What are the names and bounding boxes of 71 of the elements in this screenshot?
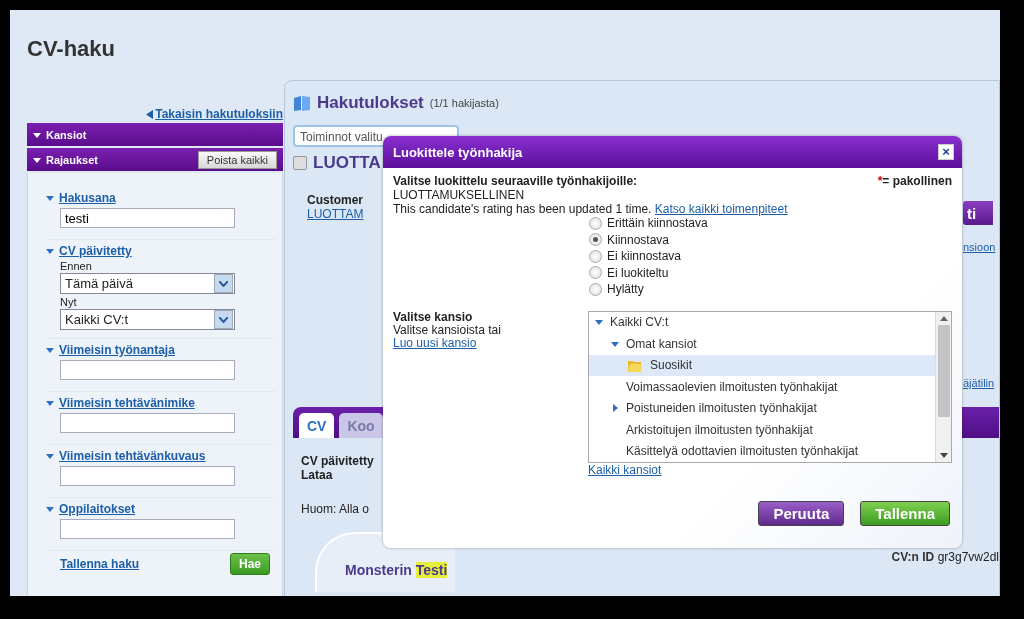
radio-button[interactable] [589, 282, 602, 296]
customer-label: Customer [307, 193, 364, 207]
rating-prompt: Valitse luokittelu seuraaville työnhakijoille: [393, 174, 638, 188]
filter-link[interactable]: Oppilaitokset [59, 502, 135, 516]
scrollbar[interactable] [935, 311, 951, 462]
rating-option[interactable]: Ei luokiteltu [589, 265, 952, 280]
date-select[interactable]: Tämä päivä [60, 273, 235, 294]
cv-updated-label: CV päivitetty [301, 454, 374, 468]
folder-item[interactable]: Käsittelyä odottavien ilmoitusten työnhakijat [589, 440, 935, 462]
back-link[interactable]: Takaisin hakutuloksiin [155, 107, 283, 121]
folder-item[interactable]: Kaikki CV:t [589, 311, 935, 333]
results-count: (1/1 hakijasta) [429, 97, 499, 109]
all-folders-link[interactable]: Kaikki kansiot [588, 462, 662, 477]
filter-link[interactable]: Hakusana [59, 191, 116, 205]
filter-input[interactable] [60, 519, 235, 539]
folder-label: Valitse kansio [393, 310, 474, 324]
rating-option[interactable]: Erittäin kiinnostava [589, 216, 952, 231]
filter-link[interactable]: CV päivitetty [59, 244, 132, 258]
scroll-down-icon[interactable] [939, 452, 948, 458]
save-search-link[interactable]: Tallenna haku [60, 557, 140, 571]
radio-button[interactable] [589, 266, 602, 280]
folder-hint: Valitse kansioista tai Luo uusi kansio [393, 323, 502, 350]
radio-button[interactable] [589, 216, 602, 230]
chevron-down-icon [219, 280, 228, 287]
folder-item[interactable]: Arkistoitujen ilmoitusten työnhakijat [589, 419, 935, 441]
filter-link[interactable]: Viimeisin työnantaja [59, 343, 175, 357]
candidate-name: LUOTTA [313, 153, 381, 173]
cancel-button[interactable]: Peruuta [758, 500, 845, 526]
radio-button[interactable] [589, 249, 602, 263]
results-title: Hakutulokset [317, 93, 424, 113]
action-button[interactable]: ti [963, 201, 993, 225]
page-title: CV-haku [27, 36, 116, 63]
checkbox[interactable] [293, 156, 307, 170]
select-label: Ennen [60, 260, 93, 272]
dialog-title: Luokittele työnhakija [393, 144, 523, 160]
folder-item[interactable]: Omat kansiot [589, 333, 935, 355]
scroll-up-icon[interactable] [939, 315, 948, 321]
select-label: Nyt [60, 296, 78, 308]
date-select[interactable]: Kaikki CV:t [60, 309, 235, 330]
section-bar[interactable]: Kansiot [27, 123, 283, 148]
chevron-down-icon [219, 316, 228, 323]
section-bar[interactable]: Rajaukset Poista kaikki [27, 148, 283, 173]
radio-button[interactable] [589, 233, 602, 247]
filter-input[interactable] [60, 413, 235, 433]
close-button[interactable]: × [938, 144, 954, 160]
folder-item[interactable]: Suosikit [589, 354, 935, 376]
cv-id: CV:n ID gr3g7vw2dl [891, 550, 999, 564]
candidate-label: LUOTTAMUKSELLINEN [393, 188, 526, 202]
folder-item[interactable]: Voimassaolevien ilmoitusten työnhakijat [589, 376, 935, 398]
clear-all-button[interactable]: Poista kaikki [197, 150, 277, 169]
download-label: Lataa [301, 468, 333, 482]
filter-input[interactable] [60, 360, 235, 380]
history-text: This candidate's rating has been updated 1 time. [393, 202, 652, 216]
filter-input[interactable] [60, 466, 235, 486]
history-link[interactable]: Katso kaikki toimenpiteet [654, 202, 788, 216]
folder-item[interactable]: Poistuneiden ilmoitusten työnhakijat [589, 397, 935, 419]
back-arrow-icon [146, 109, 154, 119]
book-icon [293, 95, 311, 111]
account-link[interactable]: äjätilin [963, 377, 995, 389]
tab[interactable]: CV [299, 413, 335, 438]
note-text: Huom: Alla o [301, 502, 370, 516]
filter-input[interactable]: testi [60, 208, 235, 228]
required-note: *= pakollinen [877, 174, 952, 188]
filter-link[interactable]: Viimeisin tehtävänimike [59, 396, 195, 410]
customer-link[interactable]: LUOTTAM [307, 207, 385, 221]
rating-option[interactable]: Hylätty [589, 282, 952, 297]
filter-link[interactable]: Viimeisin tehtävänkuvaus [59, 449, 206, 463]
folder-link[interactable]: nsioon [963, 241, 996, 253]
rating-option[interactable]: Kiinnostava [589, 232, 952, 247]
rating-option[interactable]: Ei kiinnostava [589, 249, 952, 264]
create-folder-link[interactable]: Luo uusi kansio [393, 335, 477, 350]
